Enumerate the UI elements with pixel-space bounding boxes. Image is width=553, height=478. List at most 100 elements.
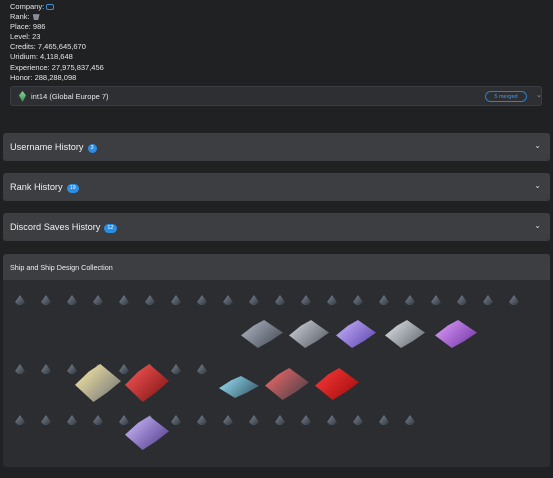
ship-design-large: [241, 320, 283, 348]
ship-thumbnail: [215, 408, 241, 430]
chevron-down-icon[interactable]: ⌄: [536, 91, 542, 99]
ship-thumbnail: [33, 408, 59, 430]
server-name: int14 (Global Europe 7): [31, 92, 109, 101]
ship-icon: [301, 415, 311, 425]
ship-thumbnail: [137, 288, 163, 310]
ship-icon: [275, 295, 285, 305]
ship-icon: [67, 295, 77, 305]
ship-thumbnail: [423, 288, 449, 310]
count-badge: 12: [104, 224, 117, 233]
ship-icon: [249, 295, 259, 305]
ship-design-large: [219, 376, 259, 398]
player-stats: Company: Rank: Place: 986 Level: 23 Cred…: [10, 2, 104, 83]
ship-icon: [457, 295, 467, 305]
rank-icon: [32, 14, 40, 21]
ship-thumbnail: [59, 288, 85, 310]
company-line: Company:: [10, 2, 104, 12]
ship-icon: [171, 364, 181, 374]
ship-thumbnail: [189, 288, 215, 310]
ship-icon: [405, 295, 415, 305]
ship-icon: [353, 295, 363, 305]
rank-history-accordion[interactable]: Rank History 19 ⌄: [3, 173, 550, 201]
rank-line: Rank:: [10, 12, 104, 22]
ship-icon: [431, 295, 441, 305]
username-history-accordion[interactable]: Username History 3 ⌄: [3, 133, 550, 161]
ship-icon: [145, 295, 155, 305]
ship-icon: [197, 415, 207, 425]
ship-grid-row-3: [7, 408, 427, 430]
ship-icon: [197, 364, 207, 374]
ship-icon: [41, 295, 51, 305]
count-badge: 19: [66, 184, 79, 193]
discord-saves-history-accordion[interactable]: Discord Saves History 12 ⌄: [3, 213, 550, 241]
ship-icon: [41, 415, 51, 425]
ship-icon: [197, 295, 207, 305]
ship-thumbnail: [7, 357, 33, 379]
ship-thumbnail: [501, 288, 527, 310]
ship-icon: [15, 415, 25, 425]
count-badge: 3: [87, 144, 97, 153]
ship-design-large: [125, 364, 169, 402]
ship-thumbnail: [267, 408, 293, 430]
ship-collection-card: Ship and Ship Design Collection: [3, 254, 550, 467]
honor-stat: Honor: 288,288,098: [10, 72, 77, 82]
merged-badge[interactable]: 5 merged: [485, 91, 527, 102]
chevron-down-icon[interactable]: ⌄: [534, 181, 541, 190]
ship-icon: [15, 295, 25, 305]
ship-icon: [171, 415, 181, 425]
company-icon: [46, 4, 55, 11]
ship-icon: [171, 295, 181, 305]
ship-thumbnail: [345, 288, 371, 310]
ship-icon: [15, 364, 25, 374]
ship-thumbnail: [85, 288, 111, 310]
ship-thumbnail: [267, 288, 293, 310]
ship-design-large: [289, 320, 329, 348]
ship-icon: [223, 295, 233, 305]
server-selector[interactable]: int14 (Global Europe 7) 5 merged ⌄: [10, 86, 542, 106]
ship-icon: [379, 415, 389, 425]
ship-thumbnail: [85, 408, 111, 430]
ship-design-large: [75, 364, 121, 402]
ship-thumbnail: [371, 408, 397, 430]
ship-icon: [93, 415, 103, 425]
chevron-down-icon[interactable]: ⌄: [534, 221, 541, 230]
ship-design-large: [265, 368, 309, 400]
ship-icon: [509, 295, 519, 305]
ship-design-large: [435, 320, 477, 348]
ship-thumbnail: [189, 408, 215, 430]
ship-thumbnail: [33, 288, 59, 310]
ship-icon: [249, 415, 259, 425]
accordion-title: Rank History: [10, 182, 63, 192]
ship-design-large: [385, 320, 425, 348]
level-stat: Level: 23: [10, 32, 41, 42]
ship-grid-row-1: [7, 288, 547, 310]
ship-thumbnail: [7, 288, 33, 310]
ship-thumbnail: [371, 288, 397, 310]
place-stat: Place: 986: [10, 22, 46, 32]
ship-thumbnail: [241, 408, 267, 430]
ship-icon: [119, 295, 129, 305]
gem-icon: [19, 91, 26, 102]
credits-stat: Credits: 7,465,645,670: [10, 42, 86, 52]
ship-thumbnail: [397, 408, 423, 430]
ship-icon: [405, 415, 415, 425]
ship-design-large: [125, 416, 169, 450]
uridium-stat: Uridium: 4,118,648: [10, 52, 73, 62]
ship-icon: [353, 415, 363, 425]
ship-thumbnail: [189, 357, 215, 379]
ship-thumbnail: [293, 408, 319, 430]
ship-thumbnail: [397, 288, 423, 310]
ship-icon: [41, 364, 51, 374]
ship-thumbnail: [241, 288, 267, 310]
collection-title: Ship and Ship Design Collection: [10, 263, 113, 272]
ship-icon: [93, 295, 103, 305]
ship-thumbnail: [33, 357, 59, 379]
ship-thumbnail: [59, 408, 85, 430]
ship-thumbnail: [7, 408, 33, 430]
chevron-down-icon[interactable]: ⌄: [534, 141, 541, 150]
ship-icon: [327, 295, 337, 305]
ship-icon: [379, 295, 389, 305]
experience-stat: Experience: 27,975,837,456: [10, 62, 104, 72]
ship-icon: [275, 415, 285, 425]
ship-icon: [67, 415, 77, 425]
